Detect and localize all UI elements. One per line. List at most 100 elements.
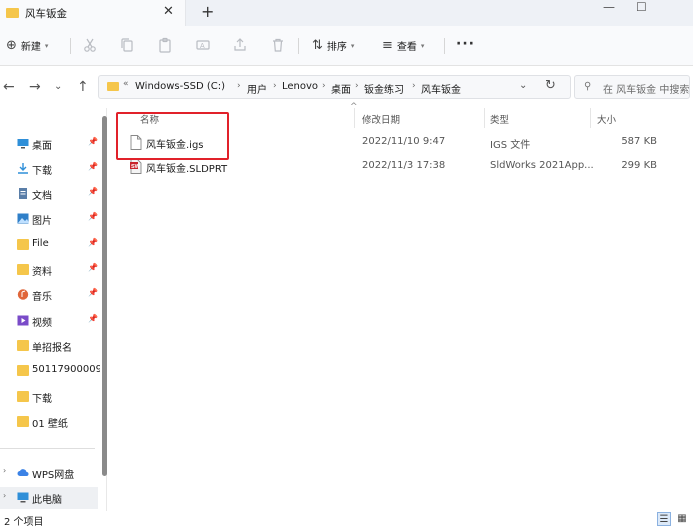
pin-icon: 📌 (88, 137, 98, 146)
divider (70, 38, 71, 54)
cloud-icon (17, 469, 29, 476)
music-icon (17, 289, 29, 300)
sidebar-scrollbar[interactable] (102, 116, 107, 476)
download-icon (18, 163, 28, 174)
tab-title: 风车钣金 (25, 8, 67, 20)
sidebar-item-pictures[interactable]: 图片 📌 (0, 208, 100, 230)
pin-icon: 📌 (88, 187, 98, 196)
new-tab-button[interactable]: + (201, 2, 214, 21)
chevron-right-icon[interactable]: › (322, 81, 326, 91)
sidebar-item-wps-drive[interactable]: › WPS网盘 (0, 462, 100, 484)
folder-icon (17, 416, 29, 427)
sort-label: 排序 (326, 42, 347, 53)
sidebar-item-file[interactable]: File 📌 (0, 234, 100, 256)
view-lines-icon: ≡ (382, 38, 393, 53)
column-header-type[interactable]: 类型 (490, 112, 509, 126)
sidebar-item-label: 单招报名 (32, 343, 72, 354)
svg-text:A: A (200, 43, 205, 50)
sidebar-item-label: 此电脑 (32, 495, 62, 506)
paste-icon[interactable] (157, 37, 173, 53)
sidebar-item-videos[interactable]: 视频 📌 (0, 310, 100, 332)
sidebar-item-downloads[interactable]: 下载 📌 (0, 158, 100, 180)
chevron-down-icon: ▾ (350, 41, 355, 50)
sidebar-item-label: WPS网盘 (32, 470, 75, 481)
sidebar-item-label: 视频 (32, 318, 52, 329)
item-count: 2 个项目 (4, 517, 44, 528)
sidebar-item-label: 桌面 (32, 141, 52, 152)
folder-icon (17, 340, 29, 351)
document-icon (19, 188, 27, 199)
forward-button[interactable]: → (29, 79, 41, 95)
cut-icon[interactable] (82, 37, 98, 53)
file-type: IGS 文件 (490, 140, 531, 151)
breadcrumb-lenovo[interactable]: Lenovo (282, 81, 318, 92)
rename-icon[interactable]: A (195, 37, 211, 53)
search-box[interactable]: ⚲ 在 风车钣金 中搜索 (574, 75, 690, 99)
sidebar-item-enrollment[interactable]: 单招报名 (0, 335, 100, 357)
column-divider[interactable] (484, 108, 485, 128)
details-view-button[interactable]: ☰ (657, 512, 671, 526)
search-placeholder[interactable]: 在 风车钣金 中搜索 (603, 81, 689, 96)
sidebar-item-number-folder[interactable]: 50117900009 (0, 360, 100, 382)
sidebar-item-label: 下载 (32, 166, 52, 177)
title-bar: 风车钣金 ✕ + — ☐ (0, 0, 693, 26)
more-options-button[interactable]: ··· (456, 36, 475, 52)
divider (444, 38, 445, 54)
breadcrumb-drive[interactable]: Windows-SSD (C:) (135, 81, 225, 92)
refresh-button[interactable]: ↻ (545, 78, 556, 93)
sort-icon: ⇅ (312, 38, 323, 53)
breadcrumb-current[interactable]: 风车钣金 (421, 81, 461, 96)
sidebar-item-label: 音乐 (32, 292, 52, 303)
view-label: 查看 (396, 42, 417, 53)
address-overflow[interactable]: « (123, 79, 129, 89)
maximize-button[interactable]: ☐ (636, 0, 647, 14)
sort-button[interactable]: ⇅ 排序 ▾ (312, 38, 354, 53)
tab-close-button[interactable]: ✕ (163, 4, 174, 19)
address-history-button[interactable]: ⌄ (519, 80, 527, 91)
breadcrumb-users[interactable]: 用户 (247, 81, 267, 96)
folder-icon (107, 82, 119, 91)
sidebar-item-label: 资料 (32, 267, 52, 278)
up-button[interactable]: ↑ (77, 79, 89, 95)
sidebar-item-documents[interactable]: 文档 📌 (0, 183, 100, 205)
back-button[interactable]: ← (3, 79, 15, 95)
file-date: 2022/11/3 17:38 (362, 160, 446, 171)
copy-icon[interactable] (119, 37, 135, 53)
column-header-date[interactable]: 修改日期 (362, 112, 400, 126)
delete-icon[interactable] (270, 37, 286, 53)
tab-folder[interactable]: 风车钣金 ✕ (0, 0, 186, 26)
picture-icon (17, 213, 29, 224)
minimize-button[interactable]: — (603, 0, 615, 14)
sidebar-item-wallpaper[interactable]: 01 壁纸 (0, 411, 100, 433)
chevron-right-icon[interactable]: › (355, 81, 359, 91)
sidebar-item-downloads-folder[interactable]: 下载 (0, 386, 100, 408)
sidebar-item-desktop[interactable]: 桌面 📌 (0, 133, 100, 155)
new-button[interactable]: ⊕ 新建 ▾ (6, 38, 48, 53)
tiles-view-button[interactable]: ▦ (675, 512, 689, 526)
plus-circle-icon: ⊕ (6, 38, 17, 53)
breadcrumb-practice[interactable]: 钣金练习 (364, 81, 404, 96)
chevron-right-icon[interactable]: › (3, 491, 6, 500)
folder-icon (17, 365, 29, 376)
sidebar-item-music[interactable]: 音乐 📌 (0, 284, 100, 306)
file-date: 2022/11/10 9:47 (362, 136, 446, 147)
sidebar-item-materials[interactable]: 资料 📌 (0, 259, 100, 281)
share-icon[interactable] (232, 37, 248, 53)
breadcrumb-desktop[interactable]: 桌面 (331, 81, 351, 96)
sidebar-item-this-pc[interactable]: › 此电脑 (0, 487, 98, 509)
column-header-size[interactable]: 大小 (597, 112, 616, 126)
address-row: ← → ⌄ ↑ « Windows-SSD (C:) › 用户 › Lenovo… (0, 66, 693, 108)
chevron-right-icon[interactable]: › (3, 466, 6, 475)
column-divider[interactable] (354, 108, 355, 128)
chevron-right-icon[interactable]: › (412, 81, 416, 91)
recent-locations-button[interactable]: ⌄ (54, 81, 62, 92)
chevron-right-icon[interactable]: › (273, 81, 277, 91)
column-divider[interactable] (590, 108, 591, 128)
view-button[interactable]: ≡ 查看 ▾ (382, 38, 424, 53)
sidebar-item-label: 文档 (32, 191, 52, 202)
address-bar[interactable]: « Windows-SSD (C:) › 用户 › Lenovo › 桌面 › … (98, 75, 571, 99)
pin-icon: 📌 (88, 162, 98, 171)
divider (298, 38, 299, 54)
chevron-down-icon: ▾ (420, 41, 425, 50)
chevron-right-icon[interactable]: › (237, 81, 241, 91)
